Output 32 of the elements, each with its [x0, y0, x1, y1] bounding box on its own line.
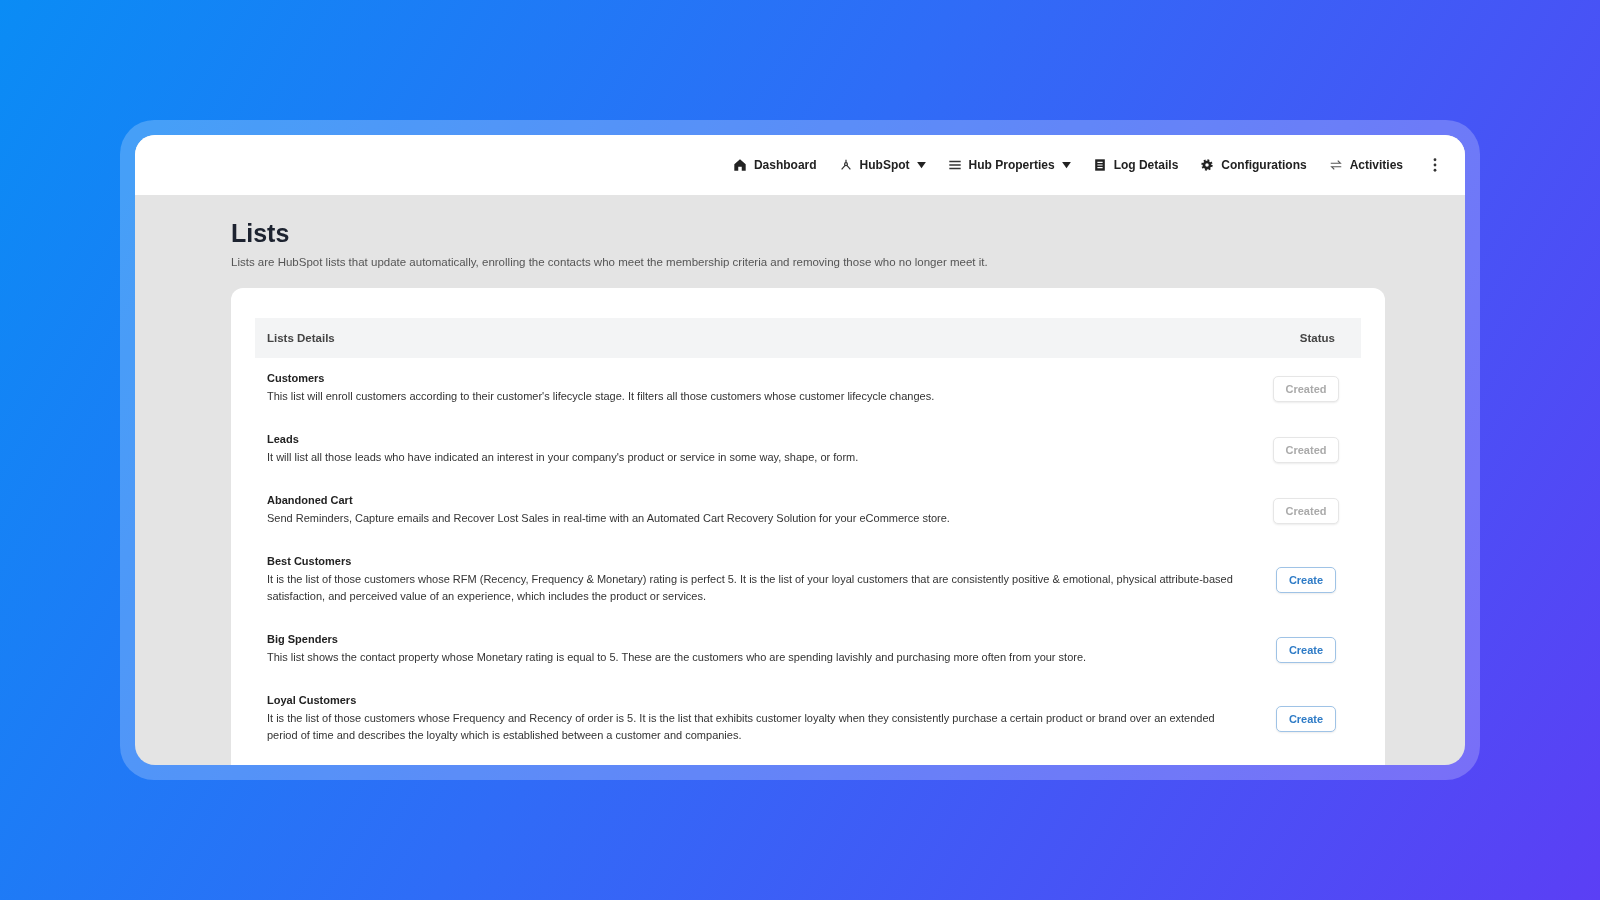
nav-link[interactable]: Activities [1328, 158, 1403, 172]
column-header: Lists Details [267, 332, 335, 344]
nav-link[interactable]: Configurations [1200, 158, 1307, 172]
list-name: Big Spenders [267, 633, 339, 645]
list-name: Abandoned Cart [267, 494, 354, 506]
page-title: Lists [231, 219, 291, 248]
arrows-icon [1328, 158, 1343, 172]
list-name: Best Customers [267, 555, 353, 567]
create-button[interactable]: Create [1275, 567, 1337, 593]
list-description: This list shows the contact property whose Monetary rating is equal to 5. These are the customers who are spending lavishly and purchasing more often from your store. [267, 650, 1087, 665]
column-header: Status [1299, 332, 1335, 344]
list-icon [947, 158, 962, 172]
nav-link[interactable]: Hub Properties [947, 158, 1071, 172]
home-icon [732, 158, 747, 172]
settings-icon [1200, 158, 1215, 172]
nav-link[interactable]: Dashboard [732, 158, 817, 172]
nav-link[interactable]: Log Details [1092, 158, 1179, 172]
list-name: Leads [267, 433, 300, 445]
list-description: Send Reminders, Capture emails and Recover Lost Sales in real-time with an Automated Cart Recovery Solution for your eCommerce store. [267, 511, 950, 526]
list-description: This list will enroll customers according to their customer's lifecycle stage. It filters all those customers whose customer lifecycle changes. [267, 389, 935, 404]
list-description: It will list all those leads who have indicated an interest in your company's product or service in some way, shape, or form. [267, 450, 859, 465]
create-button[interactable]: Create [1275, 636, 1337, 663]
page-description: Lists are HubSpot lists that update automatically, enrolling the contacts who meet the membership criteria and removing those who no longer meet it. [231, 256, 989, 268]
document-icon [1092, 158, 1107, 172]
more-options-icon[interactable] [1433, 158, 1437, 172]
list-name: Loyal Customers [267, 694, 358, 706]
nav-link[interactable]: HubSpot [838, 158, 926, 172]
network-icon [838, 158, 853, 172]
create-button[interactable]: Create [1275, 706, 1337, 732]
list-name: Customers [267, 372, 326, 384]
list-description: It is the list of those customers whose RFM (Recency, Frequency & Monetary) rating is perfect 5. It is the list of your loyal customers that are consistently positive & emotional, physical attribute-based satisfaction, and perceived value of an experience, which includes the product or services. [267, 572, 1234, 604]
list-description: It is the list of those customers whose Frequency and Recency of order is 5. It is the list that exhibits customer loyalty when they consistently purchase a certain product or brand over an extended period of time and describes the loyalty which is established between a customer and companies. [267, 711, 1216, 743]
